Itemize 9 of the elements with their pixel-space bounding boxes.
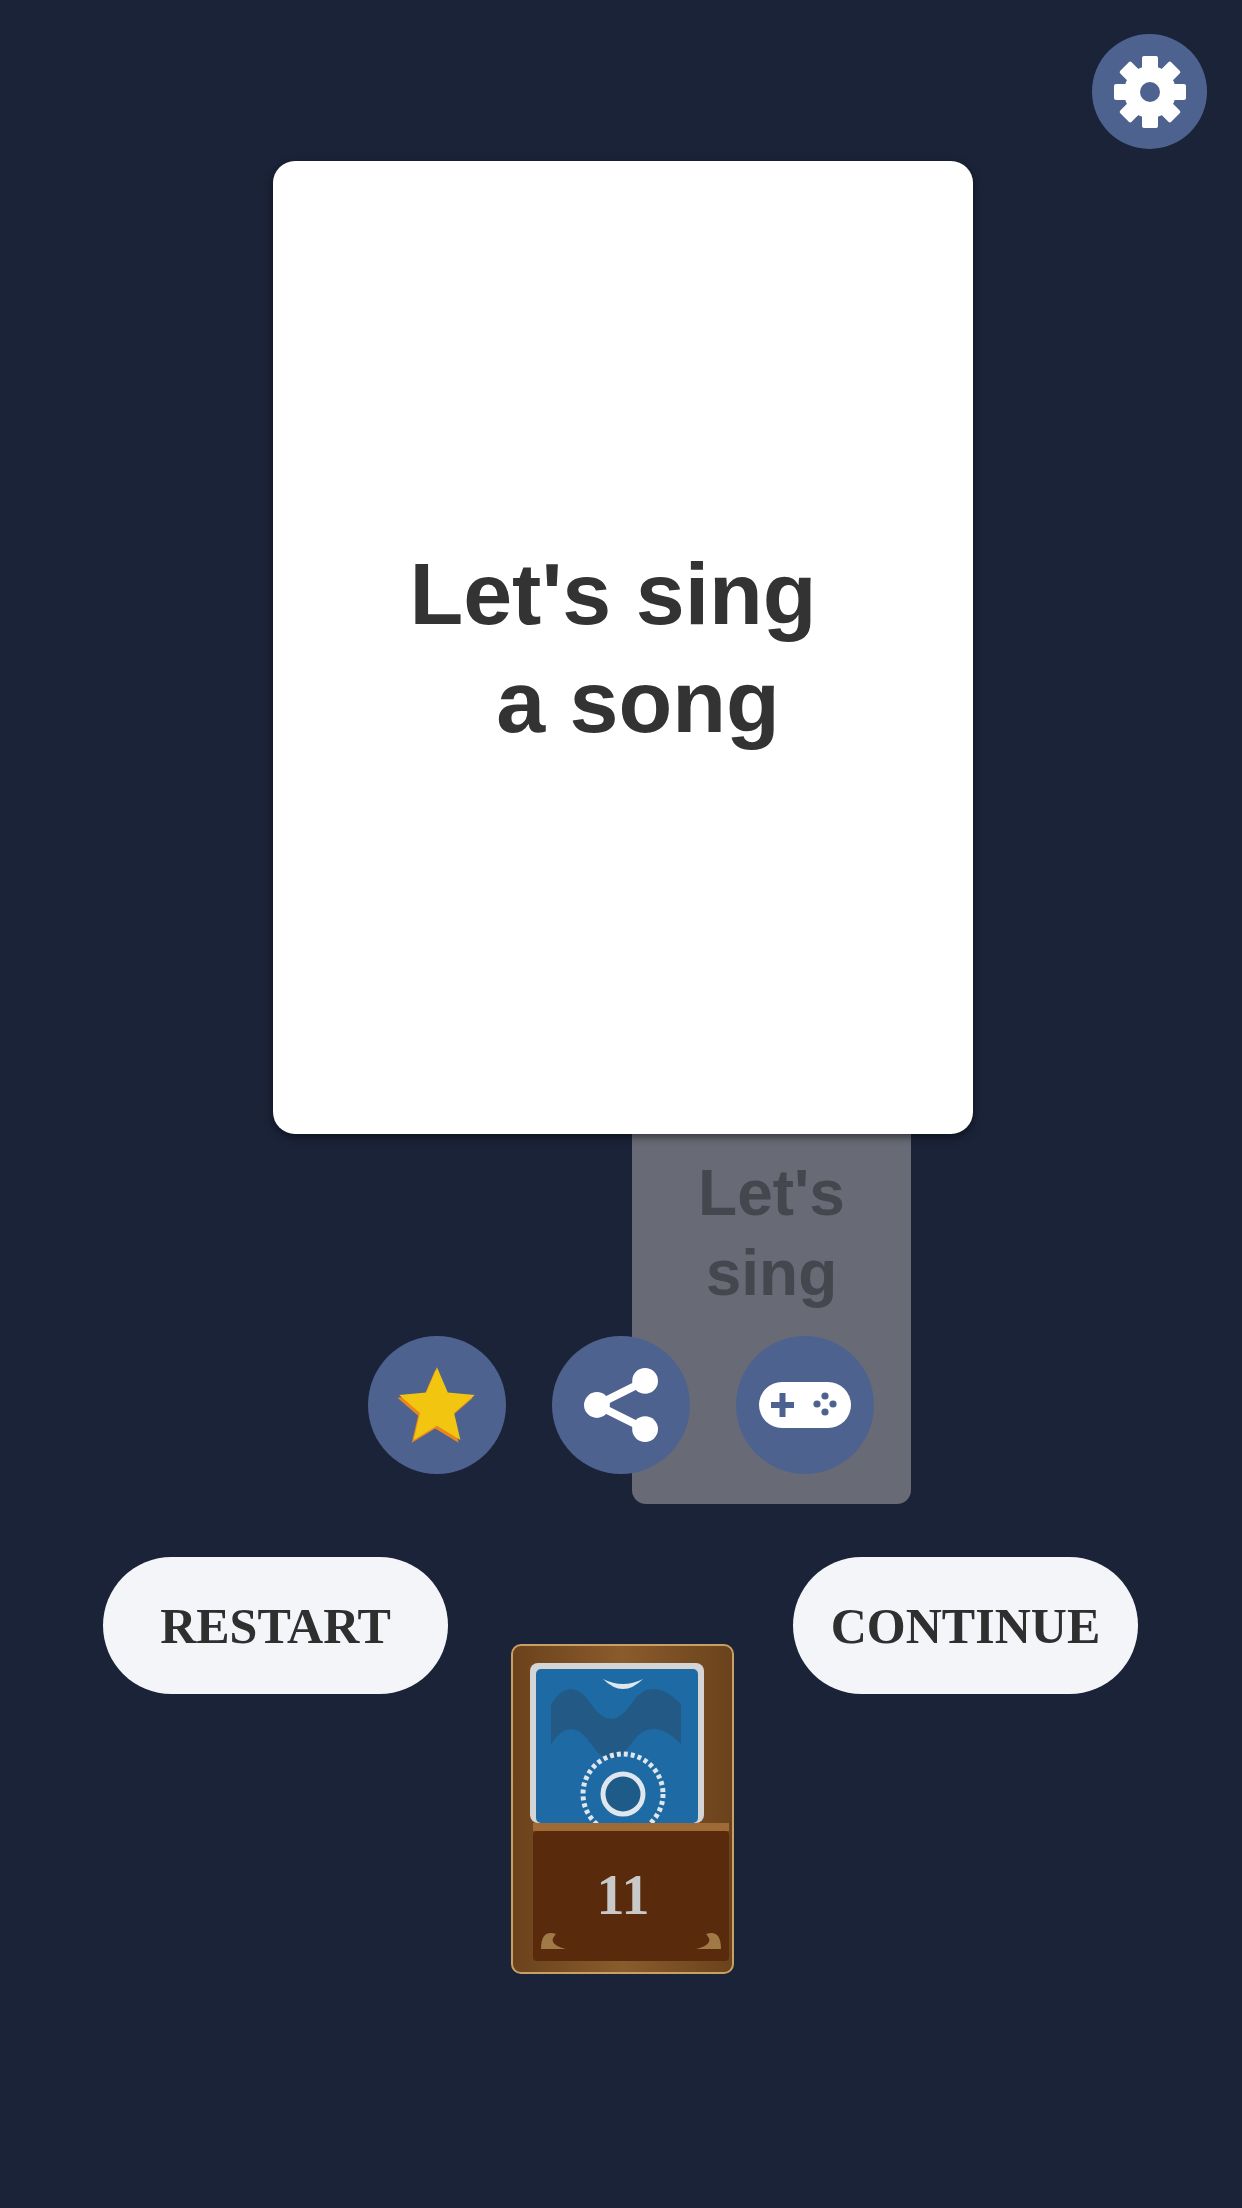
gamepad-icon — [759, 1382, 851, 1428]
card-phrase: Let's sing a song — [409, 542, 817, 753]
ornament-icon — [696, 1933, 721, 1949]
continue-button[interactable]: CONTINUE — [793, 1557, 1138, 1694]
card-deck[interactable]: 11 — [511, 1644, 734, 1974]
settings-icon — [1111, 53, 1188, 130]
card-count: 11 — [596, 1864, 650, 1926]
ornament-icon — [541, 1933, 566, 1949]
restart-button[interactable]: RESTART — [103, 1557, 448, 1694]
